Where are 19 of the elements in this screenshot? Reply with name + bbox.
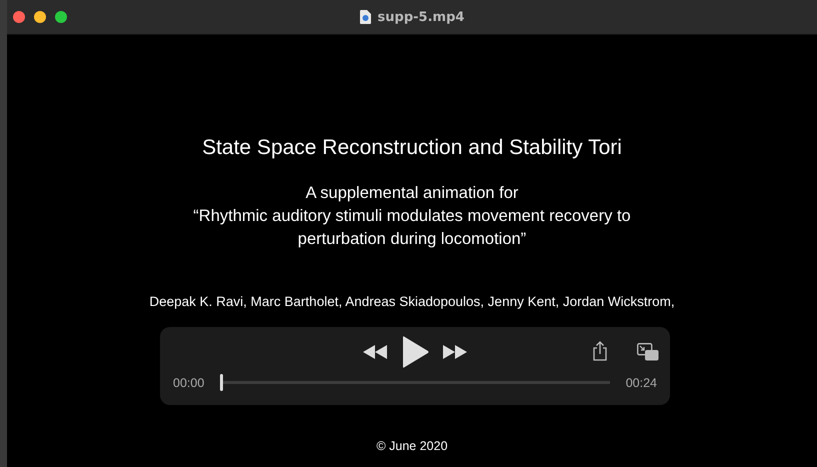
playhead-handle[interactable] [220,374,224,391]
subtitle-line: perturbation during locomotion” [298,229,526,250]
slide-title: State Space Reconstruction and Stability Tori [202,136,622,160]
share-button[interactable] [593,341,607,361]
video-file-icon [360,10,371,24]
picture-in-picture-button[interactable] [637,343,659,361]
subtitle-line: A supplemental animation for [306,183,518,204]
zoom-button[interactable] [55,11,67,23]
window-title: supp-5.mp4 [378,10,464,24]
copyright-text: © June 2020 [376,439,448,453]
fast-forward-button[interactable] [443,345,467,359]
play-button[interactable] [401,336,429,368]
close-button[interactable] [13,11,25,23]
rewind-button[interactable] [363,345,387,359]
minimize-button[interactable] [34,11,46,23]
elapsed-time: 00:00 [173,376,204,390]
author-list: Deepak K. Ravi, Marc Bartholet, Andreas Skiadopoulos, Jenny Kent, Jordan Wickstrom, [149,294,675,309]
subtitle-line: “Rhythmic auditory stimuli modulates movement recovery to [193,206,631,227]
duration-time: 00:24 [626,376,657,390]
